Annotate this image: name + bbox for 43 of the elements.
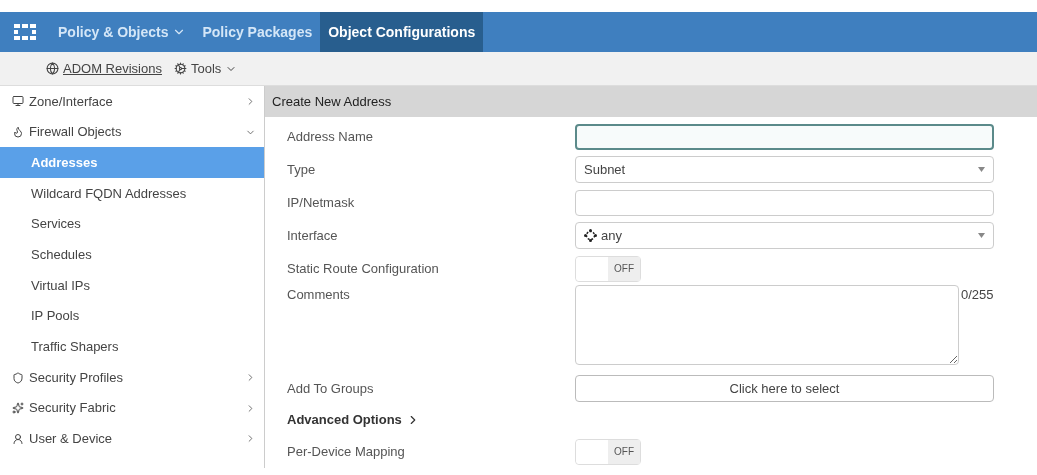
field-label: Address Name bbox=[286, 127, 374, 146]
sidebar-item[interactable]: Security Fabric bbox=[0, 392, 264, 424]
group-picker[interactable]: Click here to select bbox=[575, 375, 994, 402]
text-field[interactable] bbox=[575, 123, 994, 150]
globe-icon bbox=[46, 62, 59, 75]
flame-icon bbox=[12, 126, 24, 139]
toggle-switch[interactable]: OFF bbox=[575, 255, 641, 282]
sidebar-item[interactable]: Schedules bbox=[0, 239, 264, 271]
character-counter: 0/255 bbox=[961, 286, 994, 304]
field-label: Per-Device Mapping bbox=[286, 442, 406, 461]
revisions-link[interactable]: ADOM Revisions bbox=[46, 58, 162, 79]
sidebar-item[interactable]: Virtual IPs bbox=[0, 270, 264, 301]
sidebar-item[interactable]: Traffic Shapers bbox=[0, 331, 264, 363]
shield-icon bbox=[12, 371, 24, 384]
gear-icon bbox=[173, 62, 187, 75]
sidebar-item[interactable]: Services bbox=[0, 208, 264, 240]
comments-field[interactable] bbox=[575, 285, 959, 365]
field-label: Add To Groups bbox=[286, 379, 375, 398]
advanced-options-toggle[interactable]: Advanced Options bbox=[265, 405, 420, 435]
sparkle-icon bbox=[12, 402, 24, 415]
caret-icon bbox=[978, 233, 985, 238]
sidebar-item[interactable]: User & Device bbox=[0, 423, 264, 455]
text-field[interactable] bbox=[575, 189, 994, 216]
sidebar-item[interactable]: Zone/Interface bbox=[0, 86, 264, 117]
field-label: Type bbox=[286, 160, 317, 179]
nav-tab[interactable]: Object Configurations bbox=[320, 12, 484, 52]
sidebar-item[interactable]: Wildcard FQDN Addresses bbox=[0, 178, 264, 209]
form-header: Create New Address bbox=[265, 86, 1037, 117]
select-field[interactable]: any bbox=[575, 222, 994, 249]
sidebar-item[interactable]: Security Profiles bbox=[0, 362, 264, 393]
field-label: IP/Netmask bbox=[286, 193, 356, 212]
field-label: Static Route Configuration bbox=[286, 259, 440, 278]
monitor-icon bbox=[12, 95, 24, 108]
tools-menu[interactable]: Tools bbox=[173, 58, 238, 79]
caret-icon bbox=[978, 167, 985, 172]
toggle-switch[interactable]: OFF bbox=[575, 438, 641, 465]
sidebar-item[interactable]: Firewall Objects bbox=[0, 116, 264, 148]
sidebar-item[interactable]: IP Pools bbox=[0, 300, 264, 332]
field-label: Interface bbox=[286, 226, 339, 245]
logo-icon bbox=[14, 24, 36, 40]
select-field[interactable]: Subnet bbox=[575, 156, 994, 183]
field-label: Comments bbox=[286, 286, 351, 304]
user-icon bbox=[12, 432, 24, 445]
